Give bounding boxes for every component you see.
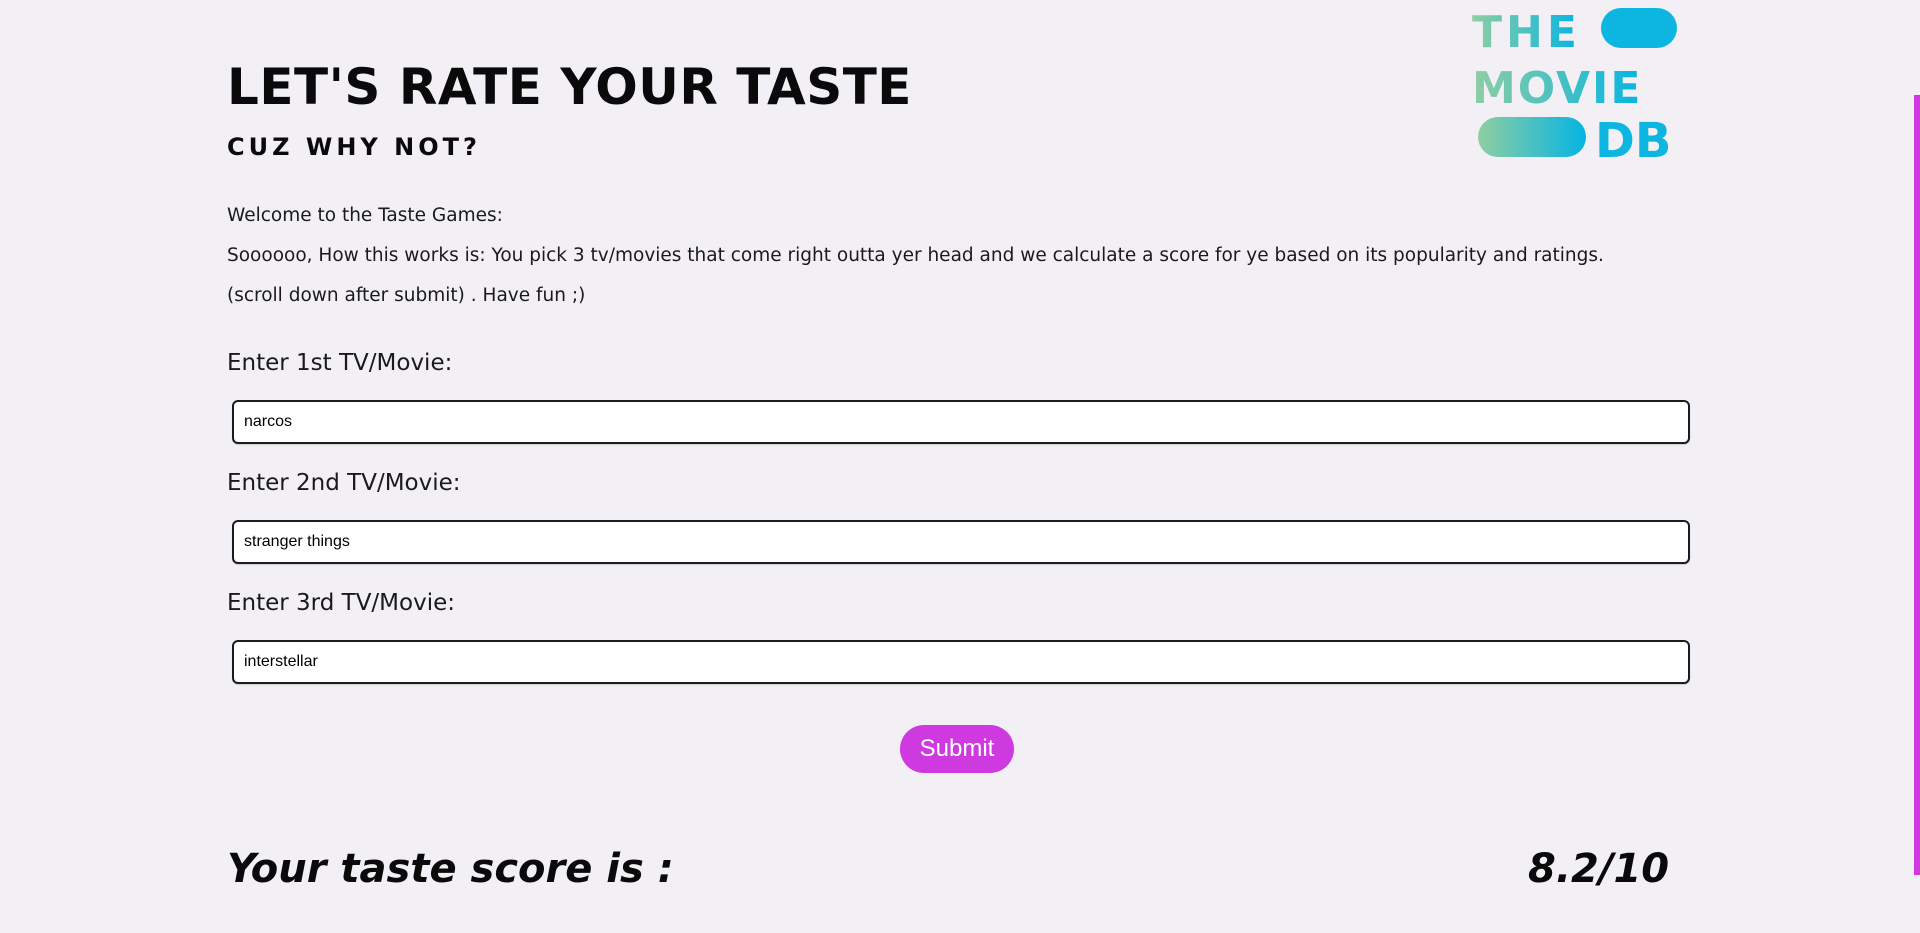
score-label: Your taste score is : — [227, 846, 674, 892]
page: LET'S RATE YOUR TASTE CUZ WHY NOT? THE M… — [0, 0, 1920, 933]
page-title: LET'S RATE YOUR TASTE — [227, 58, 912, 116]
field-label-1: Enter 1st TV/Movie: — [227, 350, 453, 376]
page-subtitle: CUZ WHY NOT? — [227, 133, 481, 161]
movie-input-3[interactable] — [232, 640, 1690, 684]
logo-text-db: DB — [1595, 113, 1671, 164]
intro-line-2: Soooooo, How this works is: You pick 3 t… — [227, 245, 1604, 266]
field-label-2: Enter 2nd TV/Movie: — [227, 470, 461, 496]
intro-text: Welcome to the Taste Games: Soooooo, How… — [227, 196, 1604, 316]
intro-line-1: Welcome to the Taste Games: — [227, 205, 503, 226]
logo-pill-top — [1601, 8, 1677, 48]
submit-button[interactable]: Submit — [900, 725, 1014, 773]
movie-input-1[interactable] — [232, 400, 1690, 444]
tmdb-logo: THE MOVIE DB — [1472, 7, 1677, 164]
movie-input-2[interactable] — [232, 520, 1690, 564]
scrollbar-track[interactable] — [1914, 0, 1920, 933]
scrollbar-thumb[interactable] — [1914, 95, 1920, 875]
logo-pill-bottom — [1478, 117, 1586, 157]
logo-text-the: THE — [1472, 7, 1581, 58]
score-value: 8.2/10 — [1528, 846, 1670, 892]
intro-line-3: (scroll down after submit) . Have fun ;) — [227, 285, 586, 306]
logo-text-movie: MOVIE — [1472, 63, 1643, 114]
field-label-3: Enter 3rd TV/Movie: — [227, 590, 455, 616]
